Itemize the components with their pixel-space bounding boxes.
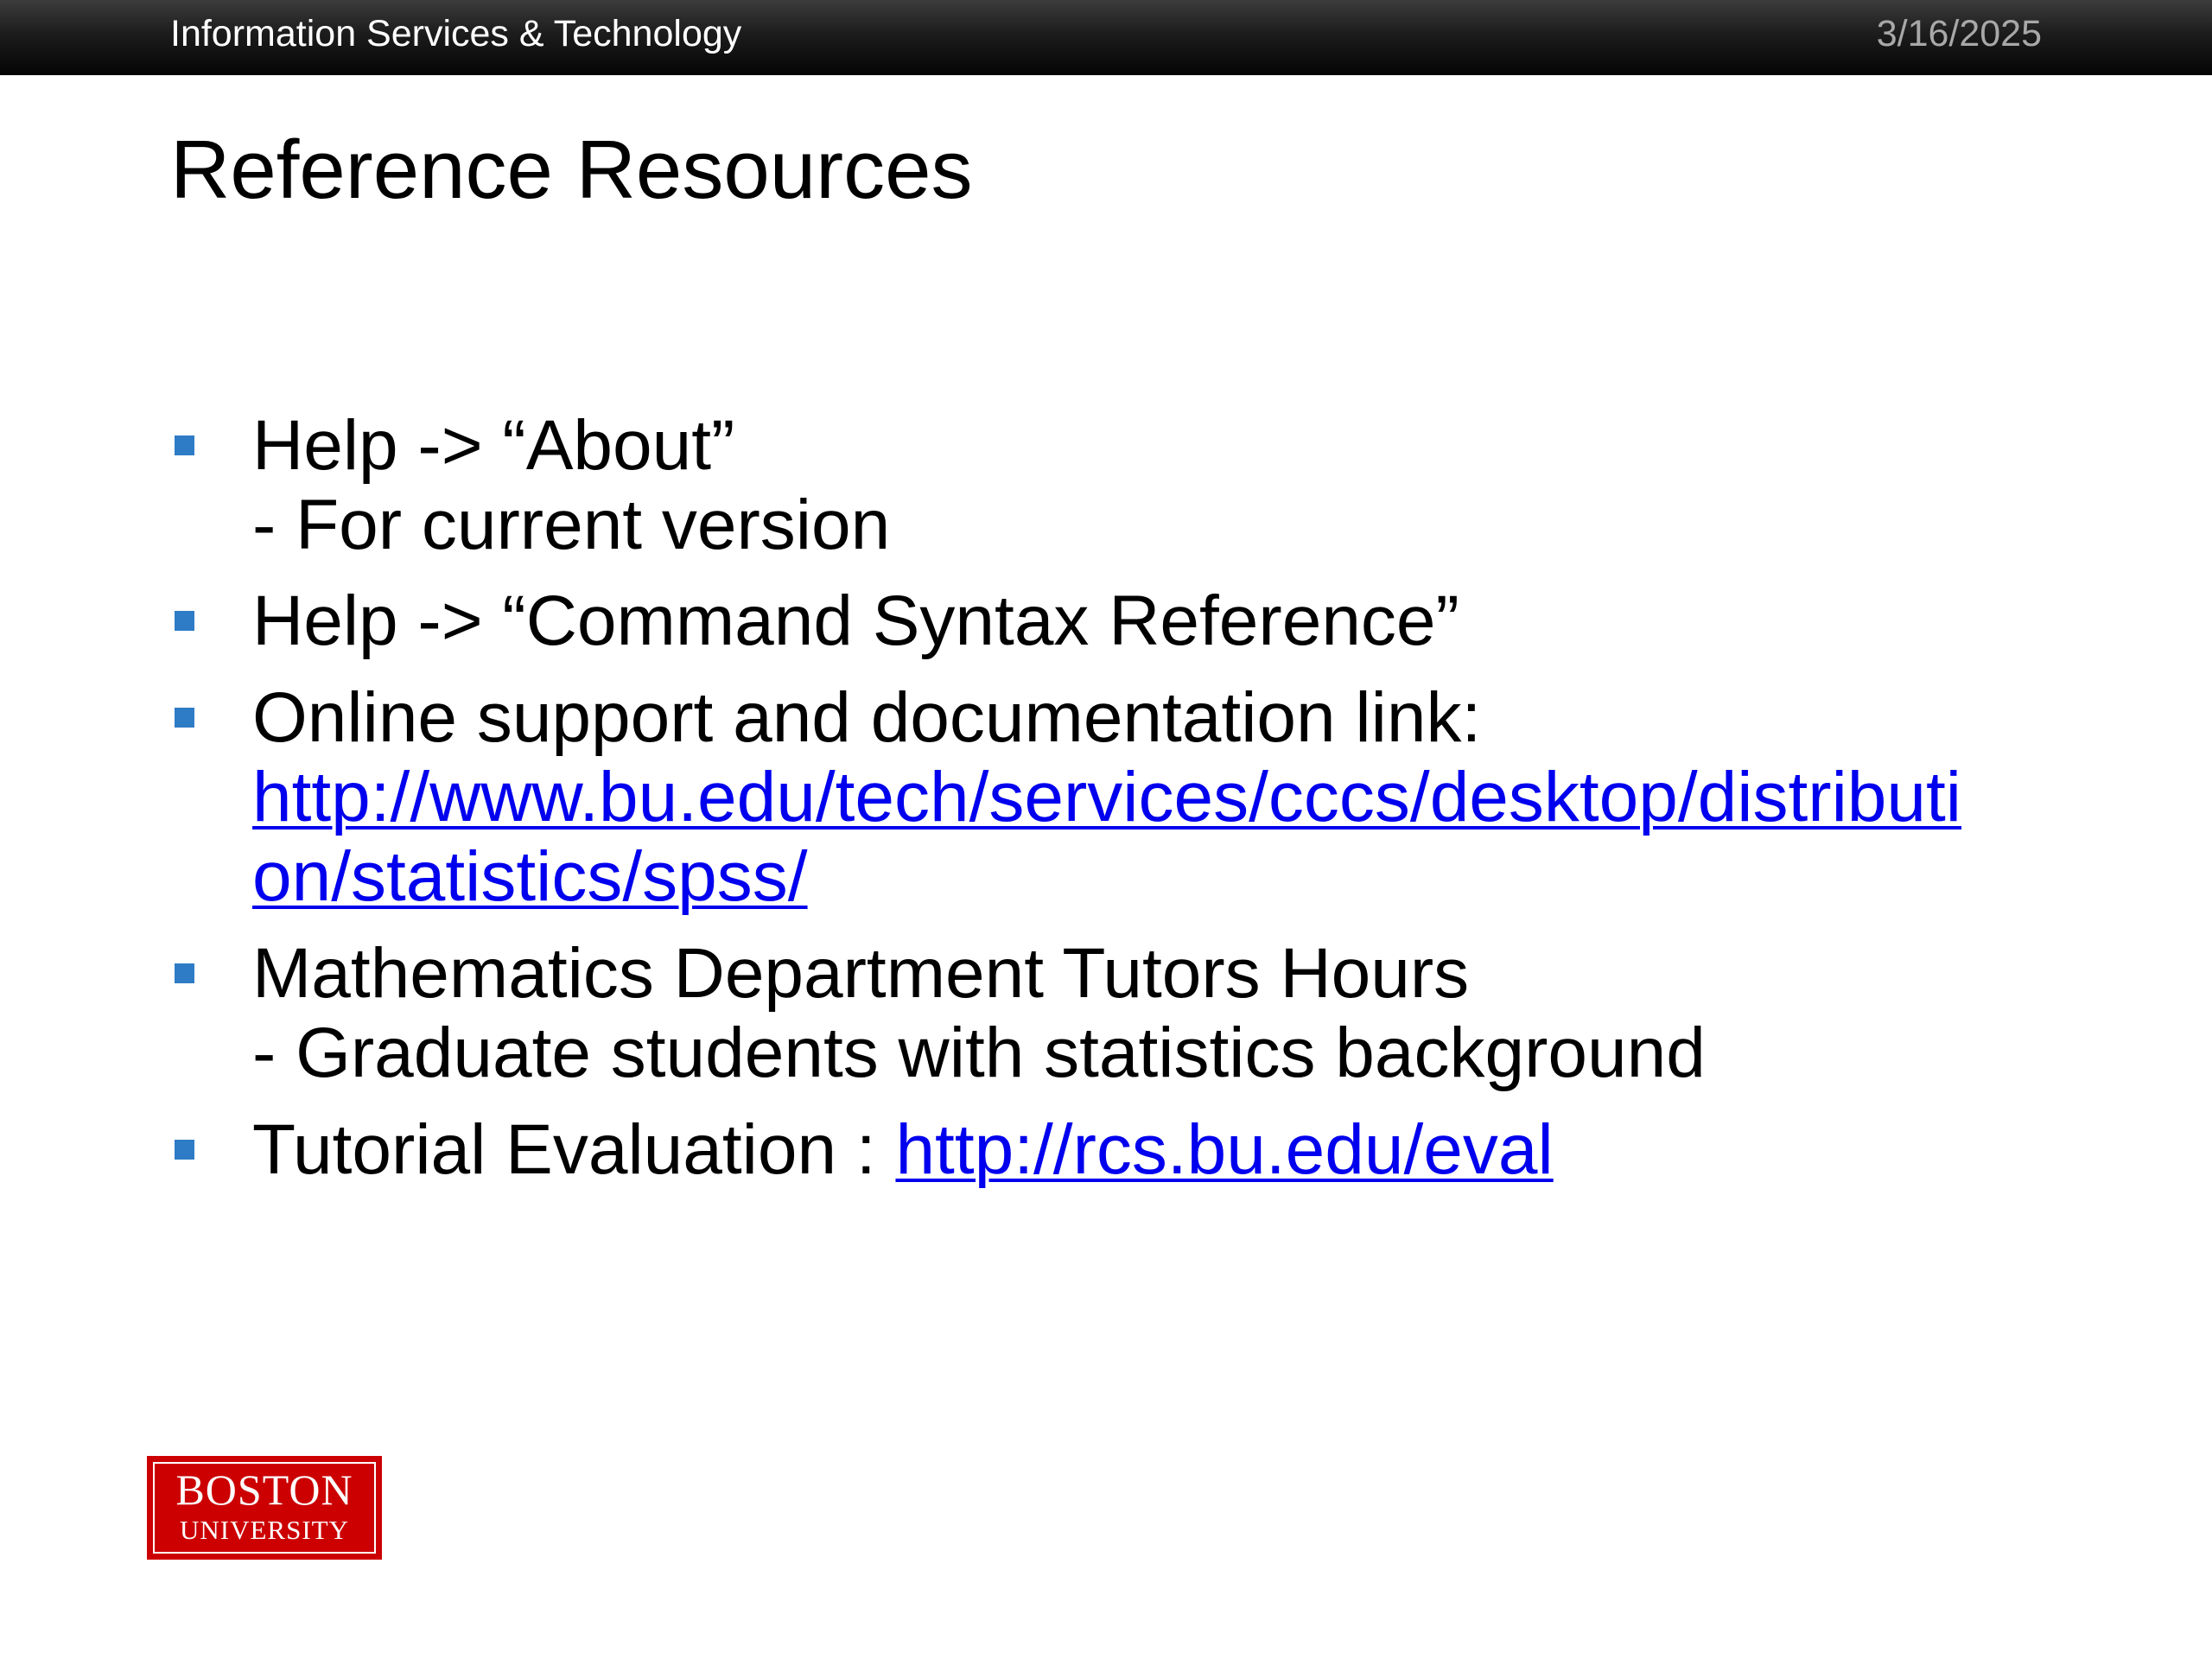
bullet-text: Mathematics Department Tutors Hours - Gr… (252, 934, 2067, 1093)
evaluation-label: Tutorial Evaluation : (252, 1110, 896, 1189)
bullet-marker-icon (175, 1140, 194, 1160)
bullet-text: Help -> “Command Syntax Reference” (252, 582, 2067, 661)
documentation-link-continued[interactable]: on/statistics/spss/ (252, 837, 2067, 917)
documentation-link-part2[interactable]: on/statistics/spss/ (252, 837, 808, 916)
bullet-text: Help -> “About” - For current version (252, 406, 2067, 565)
bullet-line: Online support and documentation link: (252, 678, 1482, 757)
logo-text-boston: BOSTON (175, 1465, 353, 1514)
documentation-link-part1[interactable]: http://www.bu.edu/tech/services/cccs/des… (252, 758, 1961, 836)
bullet-subline: - For current version (252, 486, 891, 564)
bullet-text: Online support and documentation link: h… (252, 678, 2067, 917)
bullet-line: Help -> “About” (252, 406, 735, 485)
bullet-line: Tutorial Evaluation : http://rcs.bu.edu/… (252, 1110, 2067, 1190)
bullet-line: Mathematics Department Tutors Hours (252, 934, 1470, 1013)
boston-university-logo: BOSTON UNIVERSITY (147, 1456, 382, 1560)
bullet-subline: - Graduate students with statistics back… (252, 1014, 1706, 1092)
documentation-link[interactable]: http://www.bu.edu/tech/services/cccs/des… (252, 758, 2067, 837)
slide: Information Services & Technology 3/16/2… (0, 0, 2212, 1659)
bullet-text: Tutorial Evaluation : http://rcs.bu.edu/… (252, 1110, 2067, 1190)
bullet-line: Help -> “Command Syntax Reference” (252, 582, 1459, 660)
logo-text-university: UNIVERSITY (180, 1515, 349, 1545)
bullet-marker-icon (175, 435, 194, 455)
bullet-marker-icon (175, 611, 194, 631)
bullet-marker-icon (175, 708, 194, 728)
evaluation-link[interactable]: http://rcs.bu.edu/eval (895, 1110, 1553, 1189)
bullet-marker-icon (175, 963, 194, 983)
bullet-list: Help -> “About” - For current version He… (0, 0, 2212, 1659)
